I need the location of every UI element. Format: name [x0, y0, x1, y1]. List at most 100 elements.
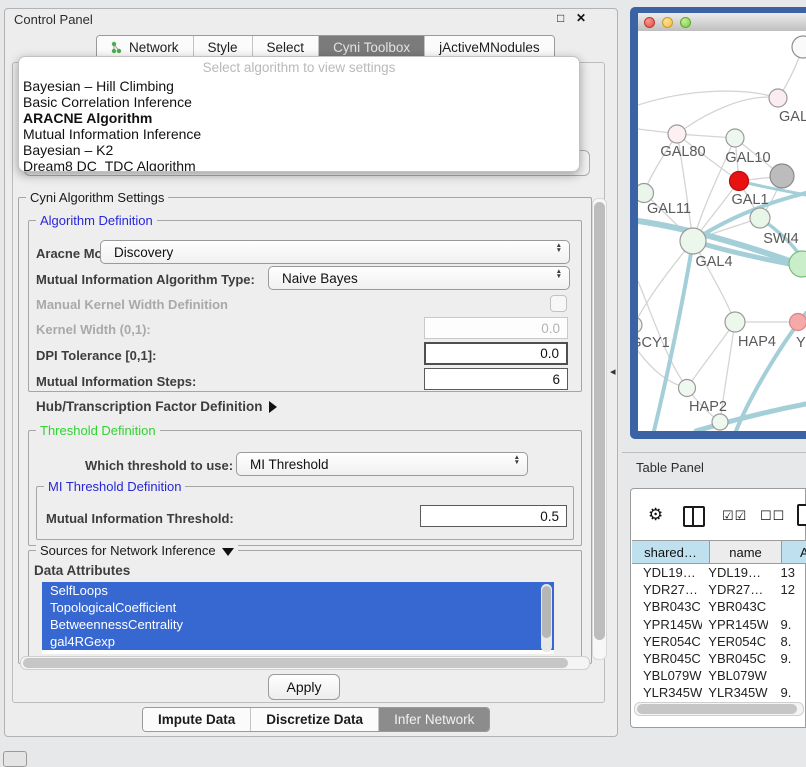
- mi-steps-field[interactable]: 6: [424, 368, 568, 390]
- attribute-item[interactable]: TopologicalCoefficient: [42, 599, 554, 616]
- table-cell: 13: [768, 565, 806, 580]
- which-threshold-combo[interactable]: MI Threshold ▲▼: [236, 452, 528, 476]
- attribute-item[interactable]: SelfLoops: [42, 582, 554, 599]
- network-window-titlebar[interactable]: [638, 13, 806, 32]
- network-node-gal10[interactable]: [726, 129, 744, 147]
- column-header-shared[interactable]: shared…: [632, 540, 710, 564]
- apply-button-label: Apply: [286, 679, 321, 695]
- tab-infer-network[interactable]: Infer Network: [379, 708, 489, 731]
- node-label: HAP4: [738, 334, 776, 350]
- collapsed-arrow-icon: [269, 401, 277, 413]
- manual-kernel-width-checkbox[interactable]: [550, 295, 567, 312]
- algorithm-option-selected[interactable]: ARACNE Algorithm: [19, 110, 579, 126]
- table-row[interactable]: YDL19…YDL19…13: [632, 564, 806, 581]
- spinner-arrows-icon: ▲▼: [514, 455, 520, 465]
- settings-scrollbar-thumb[interactable]: [594, 202, 605, 640]
- settings-hscrollbar[interactable]: [20, 656, 590, 670]
- node-label: GAL11: [647, 201, 691, 217]
- node-label: GCY1: [638, 335, 670, 351]
- tab-cyni-label: Cyni Toolbox: [333, 40, 410, 55]
- aracne-mode-combo[interactable]: Discovery ▲▼: [100, 240, 570, 264]
- cropped-button[interactable]: [3, 751, 27, 767]
- mi-threshold-field[interactable]: 0.5: [420, 505, 567, 527]
- network-node[interactable]: [792, 36, 806, 58]
- apply-button[interactable]: Apply: [268, 674, 340, 700]
- table-row[interactable]: YBR043CYBR043C: [632, 598, 806, 615]
- table-row[interactable]: YER054CYER054C8.: [632, 633, 806, 650]
- settings-scrollbar[interactable]: [592, 198, 607, 660]
- close-icon[interactable]: ✕: [576, 11, 586, 25]
- network-node-y[interactable]: [790, 314, 806, 331]
- algorithm-option[interactable]: Bayesian – K2: [19, 142, 579, 158]
- aracne-mode-value: Discovery: [114, 245, 173, 260]
- network-node[interactable]: [712, 414, 728, 430]
- minimize-traffic-light-icon[interactable]: [662, 17, 673, 28]
- algorithm-definition-title: Algorithm Definition: [36, 213, 157, 228]
- gear-icon[interactable]: ⚙: [648, 505, 663, 525]
- network-node-hap2[interactable]: [679, 380, 696, 397]
- network-node[interactable]: [789, 251, 806, 277]
- select-all-checkboxes-icon[interactable]: ☑☑: [722, 508, 747, 524]
- attributes-scrollbar[interactable]: [541, 584, 552, 652]
- tab-network-label: Network: [129, 40, 179, 55]
- table-cell: YBR043C: [702, 599, 768, 614]
- table-cell: 9.: [768, 617, 806, 632]
- mi-algorithm-type-combo[interactable]: Naive Bayes ▲▼: [268, 266, 570, 290]
- tab-select-label: Select: [267, 40, 305, 55]
- network-node-hap4[interactable]: [725, 312, 745, 332]
- attributes-scrollbar-thumb[interactable]: [542, 586, 551, 638]
- attribute-item[interactable]: BetweennessCentrality: [42, 616, 554, 633]
- tab-jactive-label: jActiveMNodules: [439, 40, 540, 55]
- network-node[interactable]: [770, 164, 794, 188]
- zoom-traffic-light-icon[interactable]: [680, 17, 691, 28]
- algorithm-option[interactable]: Basic Correlation Inference: [19, 94, 579, 110]
- table-hscrollbar[interactable]: [634, 702, 804, 716]
- table-row[interactable]: YLR345WYLR345W9.: [632, 684, 806, 700]
- columns-icon[interactable]: [683, 506, 705, 527]
- attribute-item[interactable]: gal4RGexp: [42, 633, 554, 650]
- hub-definition-toggle[interactable]: Hub/Transcription Factor Definition: [36, 399, 277, 414]
- network-node-gcy1[interactable]: [638, 317, 642, 333]
- dpi-tolerance-label: DPI Tolerance [0,1]:: [36, 348, 156, 363]
- tab-infer-label: Infer Network: [394, 712, 474, 727]
- sources-title-label: Sources for Network Inference: [40, 543, 216, 558]
- table-row[interactable]: YBR045CYBR045C9.: [632, 650, 806, 667]
- table-cell: YDR27…: [632, 582, 702, 597]
- network-node-gal11[interactable]: [638, 184, 654, 203]
- network-view-canvas[interactable]: GALGAL80GAL10GAL1GAL11SWI4GAL4GCY1HAP4YH…: [638, 31, 806, 431]
- column-header-third[interactable]: A: [782, 540, 806, 564]
- column-header-shared-label: shared…: [644, 545, 697, 560]
- close-traffic-light-icon[interactable]: [644, 17, 655, 28]
- algorithm-option[interactable]: Bayesian – Hill Climbing: [19, 78, 579, 94]
- dpi-tolerance-field[interactable]: 0.0: [424, 342, 568, 365]
- table-rows: YDL19…YDL19…13YDR27…YDR27…12YBR043CYBR04…: [632, 564, 806, 700]
- network-node-swi4[interactable]: [750, 208, 770, 228]
- table-row[interactable]: YBL079WYBL079W: [632, 667, 806, 684]
- table-hscrollbar-thumb[interactable]: [637, 704, 797, 714]
- table-cell: 12: [768, 582, 806, 597]
- network-node-gal4[interactable]: [680, 228, 706, 254]
- mouse-cursor: ◂: [610, 365, 616, 378]
- table-row[interactable]: YDR27…YDR27…12: [632, 581, 806, 598]
- network-node-gal80[interactable]: [668, 125, 686, 143]
- network-node-gal1[interactable]: [730, 172, 749, 191]
- table-cell: YLR345W: [632, 685, 702, 700]
- settings-hscrollbar-thumb[interactable]: [23, 658, 568, 668]
- table-cell: YBL079W: [702, 668, 768, 683]
- table-row[interactable]: YPR145WYPR145W9.: [632, 616, 806, 633]
- network-edges-thick: [638, 181, 806, 431]
- table-cell: YDR27…: [702, 582, 768, 597]
- threshold-definition-title: Threshold Definition: [36, 423, 160, 438]
- new-table-icon[interactable]: [797, 504, 806, 526]
- tab-discretize-data[interactable]: Discretize Data: [251, 708, 379, 731]
- float-window-icon[interactable]: □: [557, 11, 564, 25]
- algorithm-option[interactable]: Mutual Information Inference: [19, 126, 579, 142]
- algorithm-option[interactable]: Dream8 DC_TDC Algorithm: [19, 158, 579, 172]
- clear-all-checkboxes-icon[interactable]: ☐☐: [760, 508, 785, 524]
- column-header-name[interactable]: name: [710, 540, 782, 564]
- network-node-gal[interactable]: [769, 89, 787, 107]
- node-label: SWI4: [763, 231, 798, 247]
- sources-title[interactable]: Sources for Network Inference: [36, 543, 238, 558]
- tab-impute-data[interactable]: Impute Data: [143, 708, 251, 731]
- table-cell: YLR345W: [702, 685, 768, 700]
